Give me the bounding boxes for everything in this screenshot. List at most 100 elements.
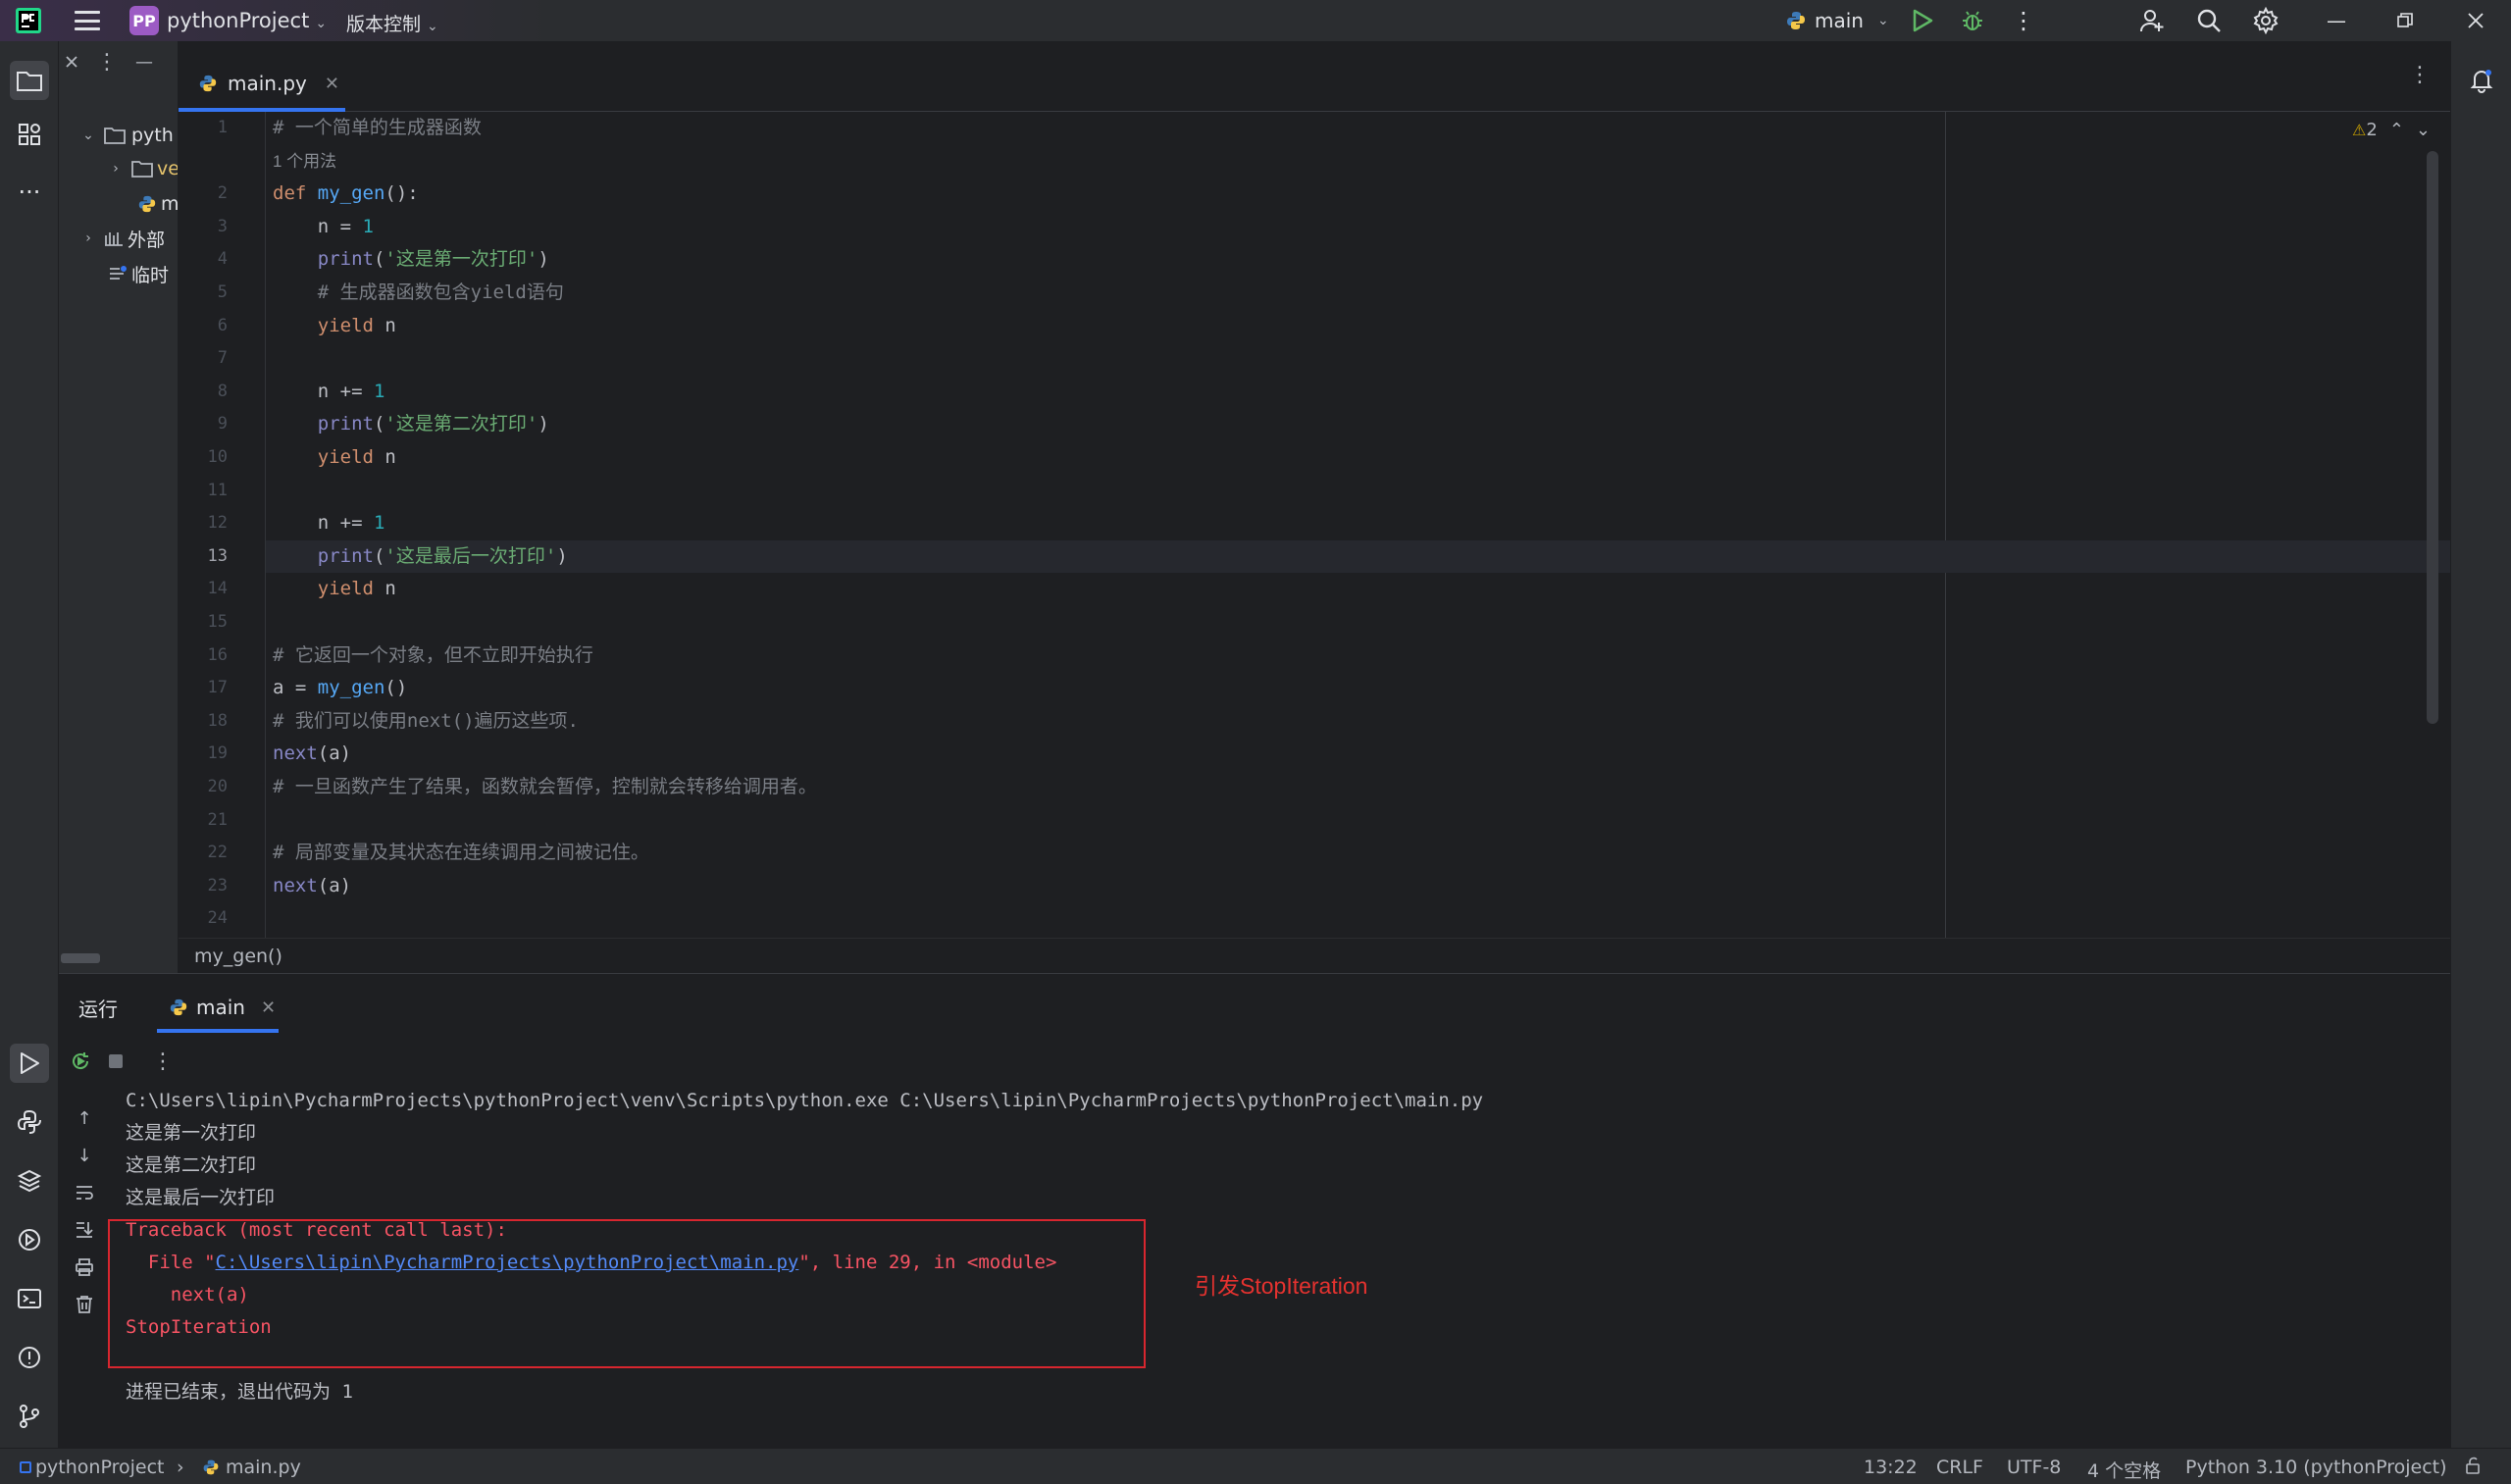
status-project-breadcrumb[interactable]: pythonProject [20, 1457, 164, 1478]
clear-trash-icon[interactable] [71, 1291, 98, 1318]
tree-item-project-root[interactable]: ⌄ pyth [80, 119, 174, 152]
line-number[interactable]: 4 [179, 243, 228, 276]
tree-item-scratches[interactable]: 临时 [108, 257, 169, 290]
hide-panel-icon[interactable]: — [131, 49, 157, 75]
line-number[interactable]: 12 [179, 507, 228, 539]
down-arrow-icon[interactable]: ↓ [71, 1142, 98, 1169]
close-window-button[interactable] [2446, 0, 2505, 41]
soft-wrap-icon[interactable] [71, 1179, 98, 1206]
run-tool-icon[interactable] [10, 1044, 49, 1083]
line-number[interactable]: 3 [179, 211, 228, 243]
code-line[interactable]: # 我们可以使用next()遍历这些项. [266, 705, 2450, 738]
status-file-breadcrumb[interactable]: main.py [202, 1457, 301, 1478]
more-actions-icon[interactable]: ⋮ [2008, 5, 2039, 36]
line-number[interactable]: 13 [179, 540, 228, 573]
line-number[interactable]: 7 [179, 342, 228, 375]
code-line[interactable]: def my_gen(): [266, 178, 2450, 210]
stop-icon[interactable] [102, 1048, 129, 1075]
tree-item-external-libs[interactable]: › 外部 [80, 222, 165, 255]
code-line[interactable]: yield n [266, 310, 2450, 342]
run-options-icon[interactable]: ⋮ [149, 1048, 177, 1075]
code-line[interactable]: a = my_gen() [266, 672, 2450, 704]
code-line[interactable]: yield n [266, 441, 2450, 474]
indent-setting[interactable]: 4 个空格 [2087, 1457, 2161, 1483]
editor-vertical-scrollbar[interactable] [2427, 151, 2438, 724]
line-number[interactable]: 22 [179, 837, 228, 869]
line-number[interactable]: 19 [179, 738, 228, 770]
close-run-tab-icon[interactable]: ✕ [261, 998, 276, 1018]
collapse-all-icon[interactable] [59, 49, 84, 75]
scroll-to-end-icon[interactable] [71, 1216, 98, 1244]
git-branch-icon[interactable] [10, 1397, 49, 1436]
line-number[interactable]: 10 [179, 441, 228, 474]
terminal-icon[interactable] [10, 1279, 49, 1318]
tab-main-py[interactable]: main.py ✕ [179, 55, 345, 112]
up-arrow-icon[interactable]: ↑ [71, 1104, 98, 1132]
run-config-selector[interactable]: main ⌄ [1785, 9, 1889, 32]
debug-icon[interactable] [1957, 5, 1988, 36]
panel-options-icon[interactable]: ⋮ [94, 49, 120, 75]
rerun-icon[interactable] [67, 1048, 94, 1075]
line-number[interactable]: 14 [179, 573, 228, 605]
file-encoding[interactable]: UTF-8 [2007, 1457, 2061, 1478]
restore-button[interactable] [2376, 0, 2434, 41]
line-number[interactable]: 18 [179, 705, 228, 738]
next-highlight-icon[interactable]: ⌄ [2416, 120, 2431, 140]
tree-item-venv[interactable]: › ve [108, 152, 178, 185]
code-line[interactable]: print('这是第一次打印') [266, 243, 2450, 276]
code-line[interactable] [266, 804, 2450, 837]
code-line[interactable]: # 生成器函数包含yield语句 [266, 277, 2450, 309]
lock-icon[interactable] [2464, 1457, 2482, 1479]
line-number[interactable]: 17 [179, 672, 228, 704]
line-number[interactable]: 15 [179, 606, 228, 639]
line-number[interactable]: 21 [179, 804, 228, 837]
add-user-icon[interactable] [2136, 5, 2168, 36]
line-number[interactable]: 1 [179, 112, 228, 144]
python-console-icon[interactable] [10, 1102, 49, 1142]
line-number[interactable]: 6 [179, 310, 228, 342]
code-line[interactable]: # 它返回一个对象，但不立即开始执行 [266, 640, 2450, 672]
usages-inlay-hint[interactable]: 1 个用法 [266, 145, 2450, 178]
search-icon[interactable] [2193, 5, 2225, 36]
run-icon[interactable] [1907, 5, 1938, 36]
inspection-widget[interactable]: ⚠2 ⌃ ⌄ [2352, 120, 2431, 140]
problems-icon[interactable] [10, 1338, 49, 1377]
code-line[interactable]: # 局部变量及其状态在连续调用之间被记住。 [266, 837, 2450, 869]
tree-item-main-py[interactable]: m [137, 187, 178, 221]
project-folder-icon[interactable] [10, 61, 49, 100]
editor-breadcrumb[interactable]: my_gen() [179, 938, 2450, 973]
vcs-menu[interactable]: 版本控制 ⌄ [346, 10, 438, 36]
line-number[interactable]: 2 [179, 178, 228, 210]
code-line[interactable] [266, 342, 2450, 375]
more-tools-icon[interactable]: ··· [10, 173, 49, 212]
close-tab-icon[interactable]: ✕ [325, 74, 339, 94]
project-badge[interactable]: PP [129, 6, 159, 35]
services-icon[interactable] [10, 1220, 49, 1259]
code-editor[interactable]: 1234567891011121314151617181920212223242… [179, 112, 2450, 938]
breadcrumb-function[interactable]: my_gen() [194, 946, 282, 967]
line-number[interactable]: 20 [179, 771, 228, 803]
line-number[interactable]: 24 [179, 902, 228, 935]
line-separator[interactable]: CRLF [1936, 1457, 1983, 1478]
main-menu-icon[interactable] [73, 8, 102, 33]
print-icon[interactable] [71, 1254, 98, 1281]
code-line[interactable]: # 一旦函数产生了结果，函数就会暂停，控制就会转移给调用者。 [266, 771, 2450, 803]
code-line[interactable] [266, 902, 2450, 935]
code-line[interactable]: print('这是第二次打印') [266, 408, 2450, 440]
code-line[interactable]: next(a) [266, 738, 2450, 770]
line-number[interactable]: 11 [179, 475, 228, 507]
layers-icon[interactable] [10, 1161, 49, 1201]
line-number[interactable]: 5 [179, 277, 228, 309]
run-tab-main[interactable]: main ✕ [157, 982, 279, 1033]
warning-indicator[interactable]: ⚠2 [2352, 120, 2378, 140]
code-line[interactable]: yield n [266, 573, 2450, 605]
project-switcher[interactable]: pythonProject ⌄ [167, 9, 327, 32]
line-number[interactable]: 16 [179, 640, 228, 672]
code-area[interactable]: # 一个简单的生成器函数 1 个用法 def my_gen(): n = 1 pri… [265, 112, 2450, 938]
previous-highlight-icon[interactable]: ⌃ [2389, 120, 2404, 140]
structure-icon[interactable] [10, 115, 49, 154]
line-number[interactable]: 9 [179, 408, 228, 440]
caret-position[interactable]: 13:22 [1864, 1457, 1918, 1478]
line-number[interactable]: 23 [179, 870, 228, 902]
settings-gear-icon[interactable] [2250, 5, 2281, 36]
